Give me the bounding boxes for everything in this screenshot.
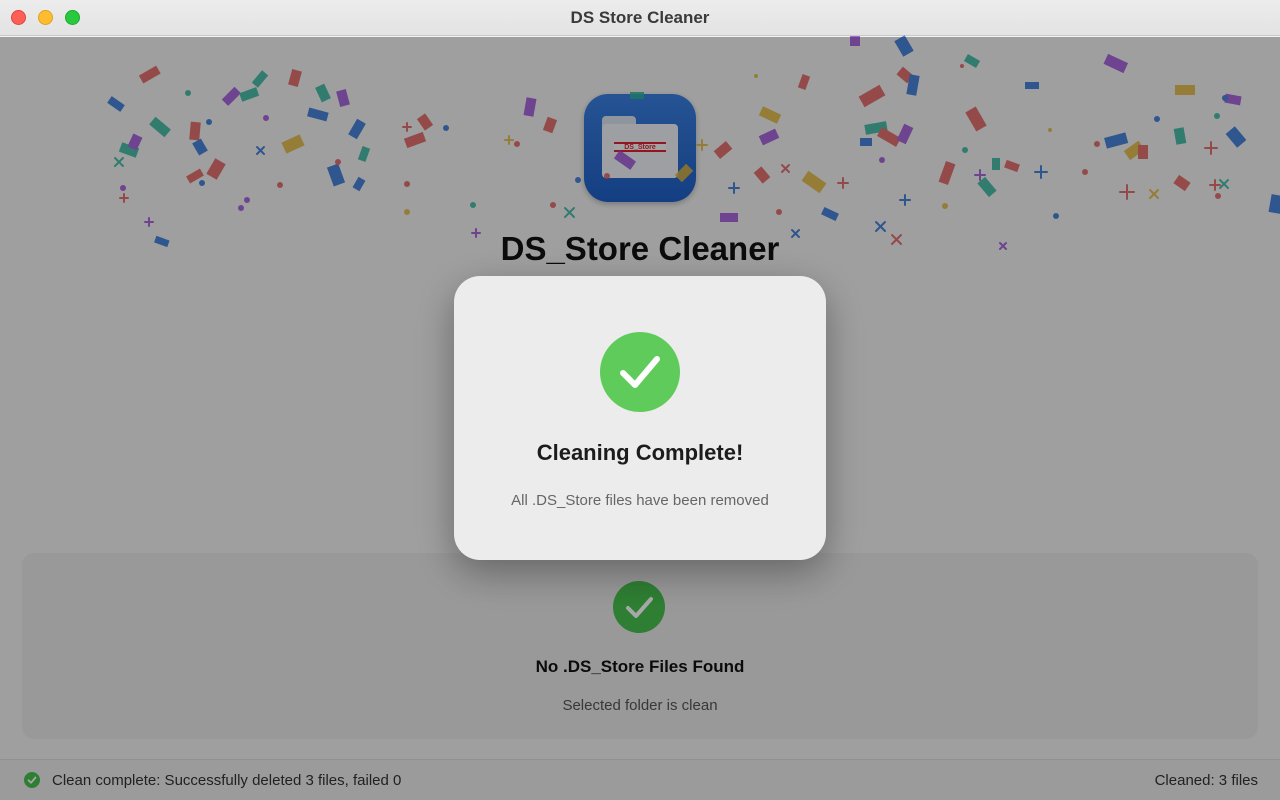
window-title: DS Store Cleaner	[570, 8, 710, 27]
title-bar: DS Store Cleaner	[0, 0, 1280, 36]
app-window: DS Store Cleaner DS_Store DS_Store Clean…	[0, 0, 1280, 800]
completion-dialog[interactable]: Cleaning Complete! All .DS_Store files h…	[454, 276, 826, 560]
dialog-title: Cleaning Complete!	[536, 440, 744, 465]
dialog-message: All .DS_Store files have been removed	[511, 492, 769, 509]
success-checkmark-icon	[600, 332, 680, 412]
